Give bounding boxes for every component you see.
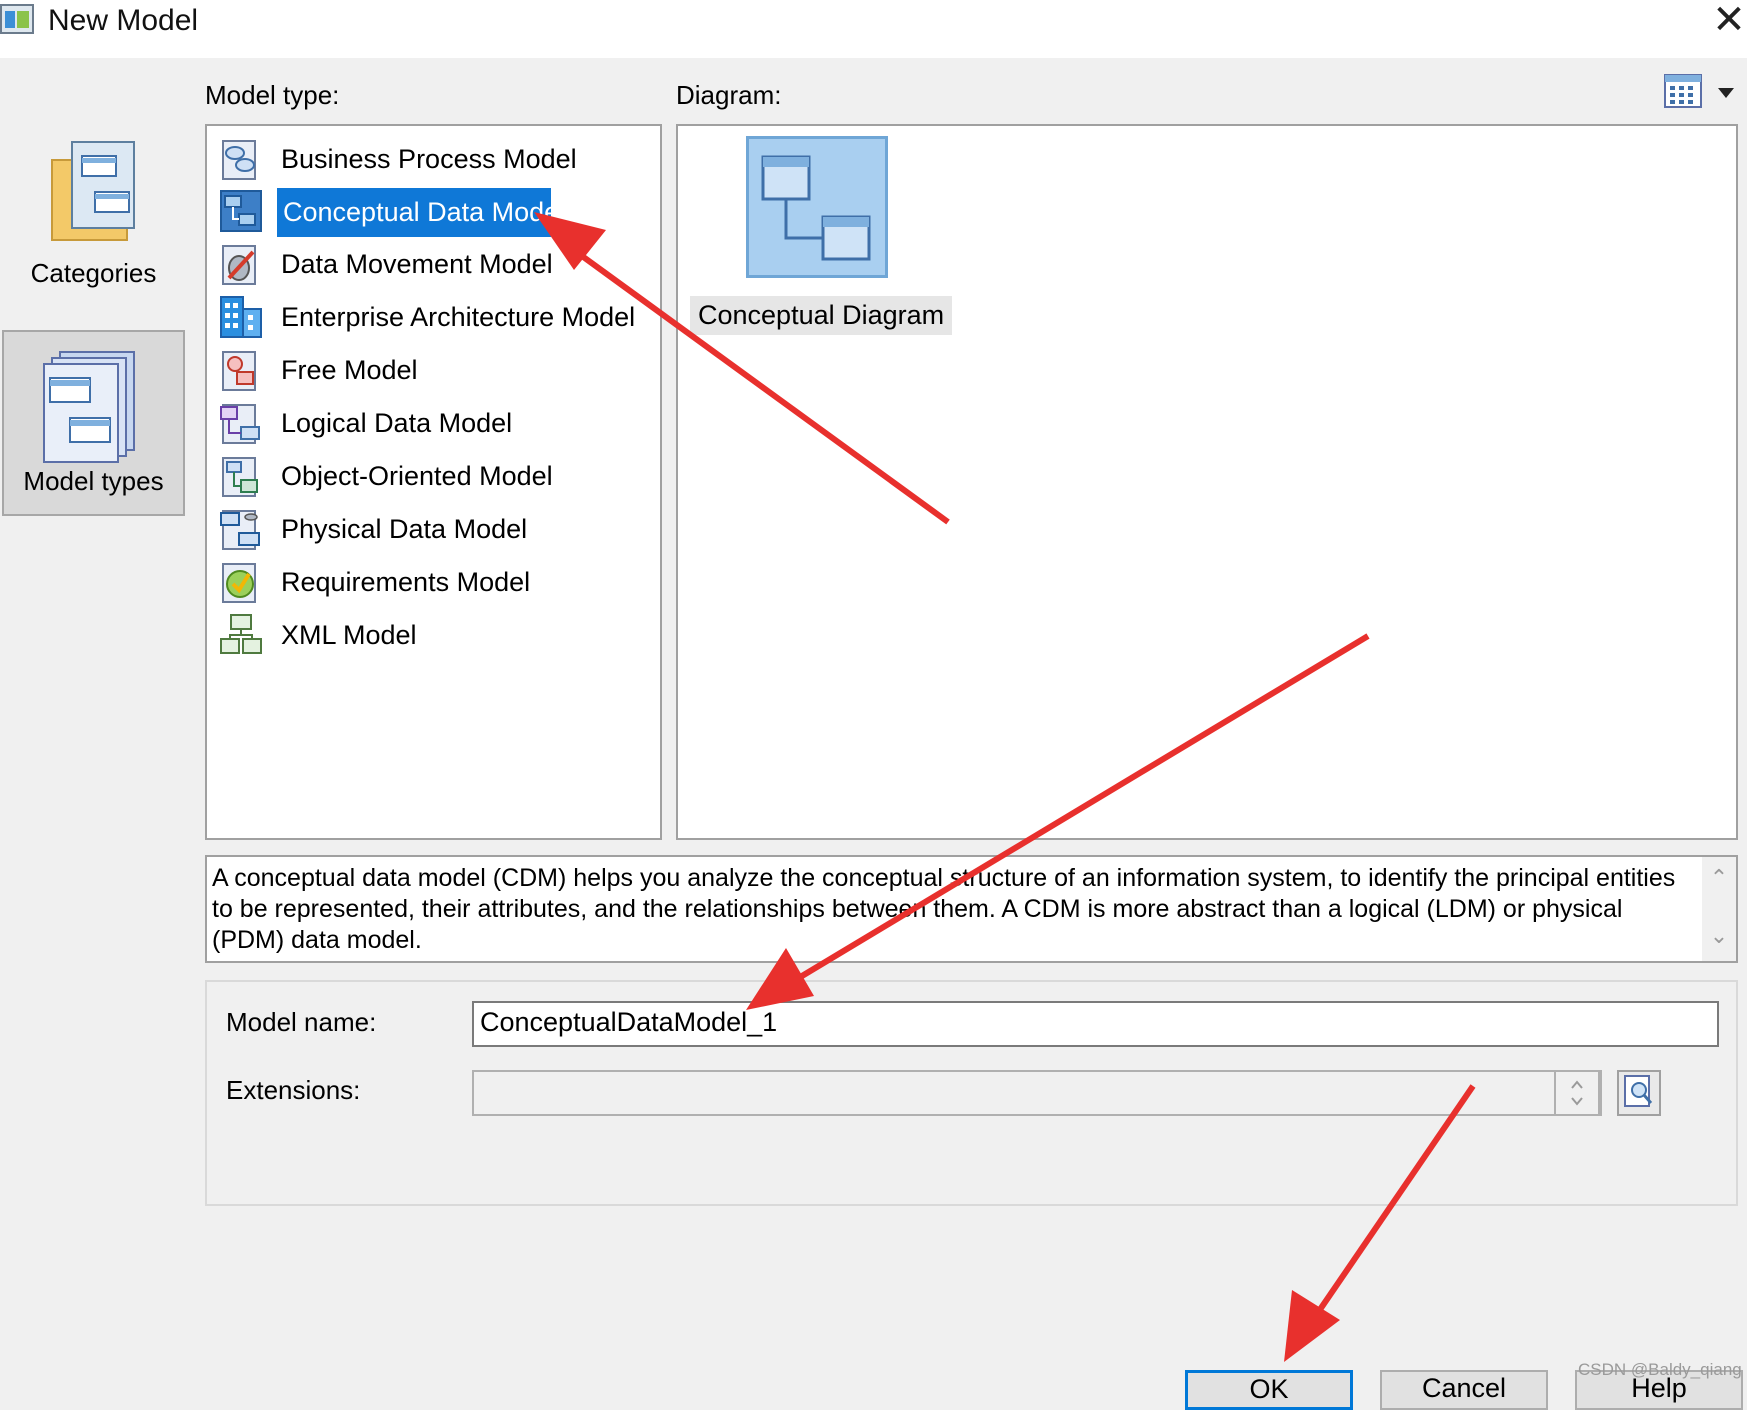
object-oriented-model-icon [222,457,258,497]
spinner-icon [1571,1080,1583,1106]
sidebar-item-model-types[interactable]: Model types [2,330,185,516]
enterprise-architecture-model-icon [220,296,262,338]
list-item-label: Business Process Model [281,144,577,174]
conceptual-diagram-icon [746,136,888,278]
list-item-object-oriented-model[interactable]: Object-Oriented Model [219,449,659,501]
list-item-label: Logical Data Model [281,408,513,438]
model-type-label: Model type: [205,80,340,110]
app-icon [0,4,34,34]
arrow-head-icon [1284,1290,1340,1362]
list-item-label: Free Model [281,355,418,385]
list-view-icon [1664,74,1702,108]
extensions-spinner[interactable] [1554,1070,1600,1116]
list-item-label: Enterprise Architecture Model [281,302,636,332]
diagram-list[interactable]: Conceptual Diagram [676,124,1738,840]
browse-extensions-button[interactable] [1617,1070,1661,1116]
conceptual-data-model-icon [220,190,262,232]
diagram-label: Diagram: [676,80,782,110]
list-item-data-movement-model[interactable]: Data Movement Model [219,237,659,289]
view-toggle-button[interactable] [1662,72,1742,112]
list-item-conceptual-data-model[interactable]: Conceptual Data Model [219,184,659,237]
list-item-free-model[interactable]: Free Model [219,343,659,395]
model-types-icon [43,351,135,463]
sidebar-item-label: Model types [23,466,164,496]
list-item-label: Requirements Model [281,567,531,597]
list-item-label: Physical Data Model [281,514,528,544]
ok-button[interactable]: OK [1185,1370,1353,1410]
title-bar: New Model ✕ [0,0,1747,58]
list-item-label: Object-Oriented Model [281,461,553,491]
data-movement-model-icon [222,245,256,285]
scroll-up-icon[interactable]: ⌃ [1702,865,1736,895]
list-item-label: Data Movement Model [281,249,553,279]
requirements-model-icon [222,563,256,603]
description-text: A conceptual data model (CDM) helps you … [212,864,1676,954]
extensions-field[interactable] [472,1070,1602,1116]
model-name-input[interactable]: ConceptualDataModel_1 [472,1001,1719,1047]
physical-data-model-icon [220,510,260,550]
categories-folder-icon [51,141,135,241]
logical-data-model-icon [220,404,260,444]
sidebar-item-categories[interactable]: Categories [2,130,185,300]
xml-model-icon [220,614,262,654]
model-type-list[interactable]: Business Process Model Conceptual Data M… [205,124,662,840]
diagram-item-label: Conceptual Diagram [690,296,953,335]
extensions-label: Extensions: [226,1075,361,1105]
list-item-logical-data-model[interactable]: Logical Data Model [219,396,659,448]
list-item-enterprise-architecture-model[interactable]: Enterprise Architecture Model [219,290,659,342]
free-model-icon [222,351,256,391]
scroll-down-icon[interactable]: ⌄ [1702,923,1736,953]
model-name-label: Model name: [226,1007,377,1037]
window-title: New Model [48,4,199,37]
description-scrollbar[interactable]: ⌃ ⌄ [1702,857,1736,961]
cancel-button[interactable]: Cancel [1380,1370,1548,1410]
list-item-label: XML Model [281,620,417,650]
list-item-business-process-model[interactable]: Business Process Model [219,132,659,184]
description-box: A conceptual data model (CDM) helps you … [205,855,1738,963]
close-icon[interactable]: ✕ [1712,0,1746,40]
list-item-requirements-model[interactable]: Requirements Model [219,555,659,607]
watermark: CSDN @Baldy_qiang [1578,1360,1742,1379]
business-process-model-icon [222,140,256,180]
chevron-down-icon [1718,88,1734,98]
list-item-label: Conceptual Data Model [277,188,565,237]
list-item-physical-data-model[interactable]: Physical Data Model [219,502,659,554]
browse-icon [1624,1075,1653,1107]
diagram-item-conceptual-diagram[interactable]: Conceptual Diagram [690,136,953,336]
sidebar-item-label: Categories [30,258,157,288]
list-item-xml-model[interactable]: XML Model [219,608,659,660]
